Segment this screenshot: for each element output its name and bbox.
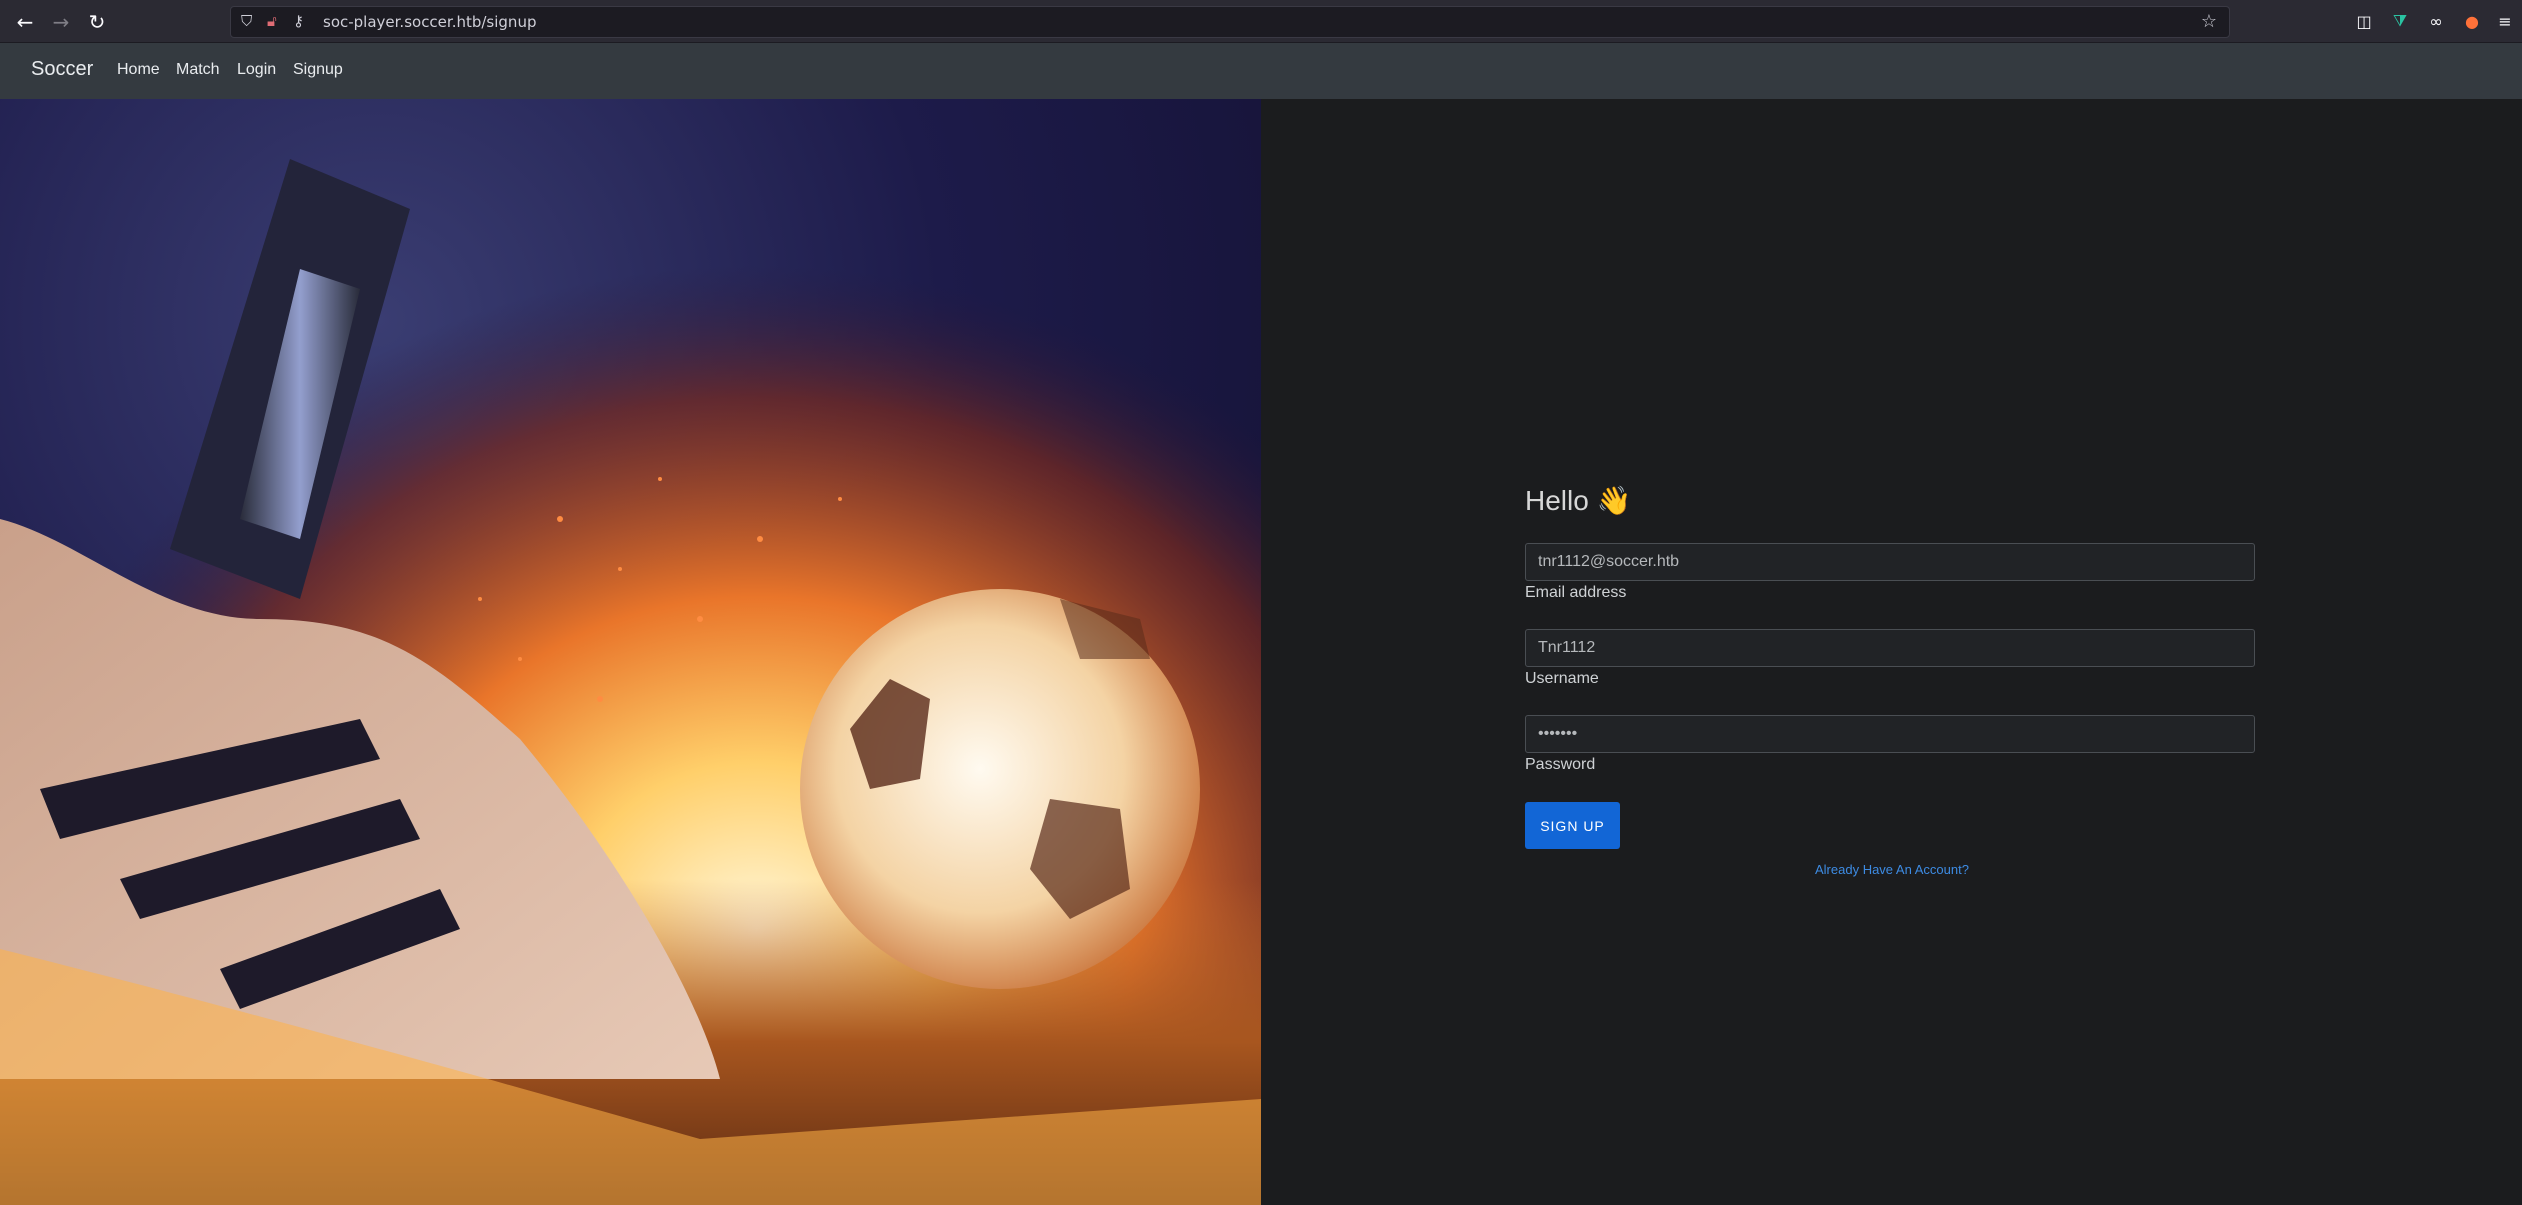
password-field[interactable]: ••••••• (1525, 715, 2255, 753)
reload-icon[interactable]: ↻ (84, 9, 110, 35)
bookmark-star-icon[interactable]: ☆ (2201, 11, 2217, 32)
hero-image (0, 99, 1261, 1205)
username-label: Username (1525, 670, 1599, 687)
address-bar[interactable]: ⛉ 🔓︎ ⚷ soc-player.soccer.htb/signup ☆ (230, 6, 2230, 38)
signup-button[interactable]: SIGN UP (1525, 802, 1620, 849)
already-have-account-link[interactable]: Already Have An Account? (1815, 862, 1969, 877)
firefox-icon[interactable]: ● (2461, 10, 2483, 32)
forward-icon[interactable]: → (48, 9, 74, 35)
key-icon[interactable]: ⚷ (293, 12, 304, 30)
form-heading: Hello 👋 (1525, 485, 1632, 516)
extension-icon[interactable]: ⧩ (2389, 10, 2411, 32)
browser-toolbar: ← → ↻ ⛉ 🔓︎ ⚷ soc-player.soccer.htb/signu… (0, 0, 2522, 43)
shield-icon[interactable]: ⛉ (241, 12, 252, 30)
email-field[interactable]: tnr1112@soccer.htb (1525, 543, 2255, 581)
back-icon[interactable]: ← (12, 9, 38, 35)
brand-logo[interactable]: Soccer (31, 58, 93, 81)
soccer-fire-illustration (0, 99, 1261, 1205)
nav-match[interactable]: Match (176, 61, 220, 79)
menu-icon[interactable]: ≡ (2494, 10, 2516, 32)
email-label: Email address (1525, 584, 1627, 601)
nav-home[interactable]: Home (117, 61, 160, 79)
nav-signup[interactable]: Signup (293, 61, 343, 79)
pocket-icon[interactable]: ◫ (2353, 10, 2375, 32)
password-label: Password (1525, 756, 1596, 773)
lock-icon[interactable]: 🔓︎ (267, 12, 277, 30)
site-navbar: Soccer Home Match Login Signup (0, 43, 2522, 100)
url-text[interactable]: soc-player.soccer.htb/signup (323, 13, 536, 31)
nav-login[interactable]: Login (237, 61, 276, 79)
mask-icon[interactable]: ∞ (2425, 10, 2447, 32)
username-field[interactable]: Tnr1112 (1525, 629, 2255, 667)
